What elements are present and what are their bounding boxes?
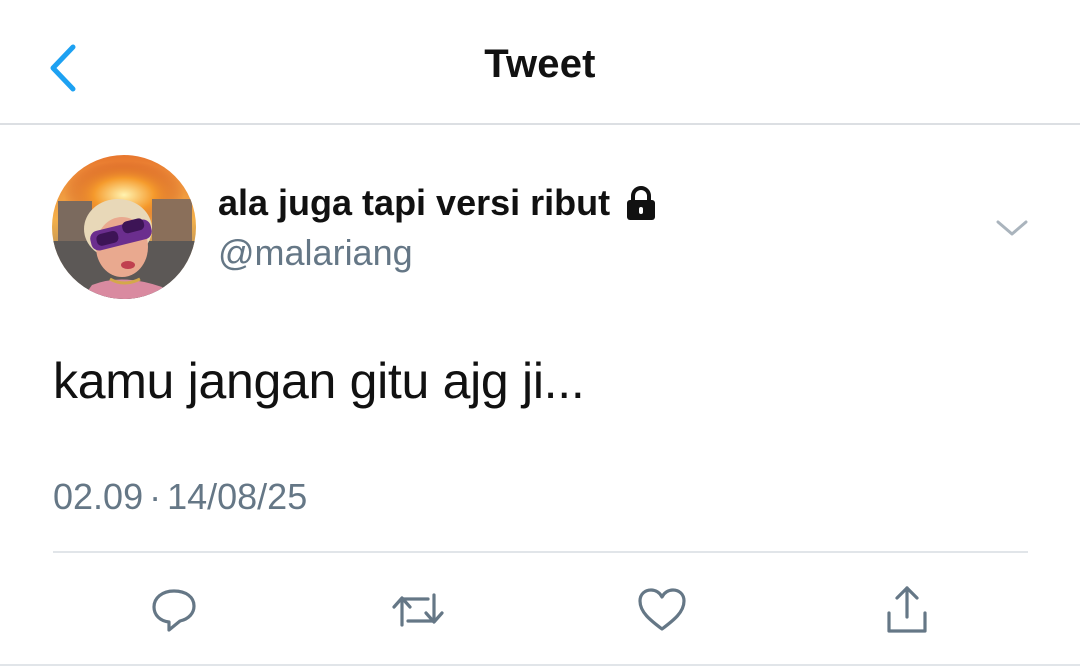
retweet-icon [392,593,444,627]
tweet-time: 02.09 [53,476,144,517]
share-icon [887,586,927,633]
like-button[interactable] [632,580,692,640]
bottom-divider [0,664,1080,666]
retweet-button[interactable] [388,580,448,640]
divider [53,551,1028,553]
page-title: Tweet [484,42,596,86]
tweet-date: 14/08/25 [167,476,308,517]
display-name[interactable]: ala juga tapi versi ribut [218,182,610,224]
timestamp-separator: · [149,476,162,517]
heart-icon [638,588,686,631]
chevron-down-icon[interactable] [992,212,1032,242]
reply-icon [152,589,196,632]
lock-icon [627,186,656,220]
username[interactable]: @malariang [218,232,413,274]
share-button[interactable] [877,580,937,640]
top-bar: Tweet [0,0,1080,125]
tweet-text: kamu jangan gitu ajg ji... [53,353,585,409]
tweet-actions [0,580,1080,644]
display-name-row: ala juga tapi versi ribut [218,181,660,225]
timestamp: 02.09 · 14/08/25 [53,476,307,518]
reply-button[interactable] [144,580,204,640]
avatar[interactable] [52,155,196,299]
